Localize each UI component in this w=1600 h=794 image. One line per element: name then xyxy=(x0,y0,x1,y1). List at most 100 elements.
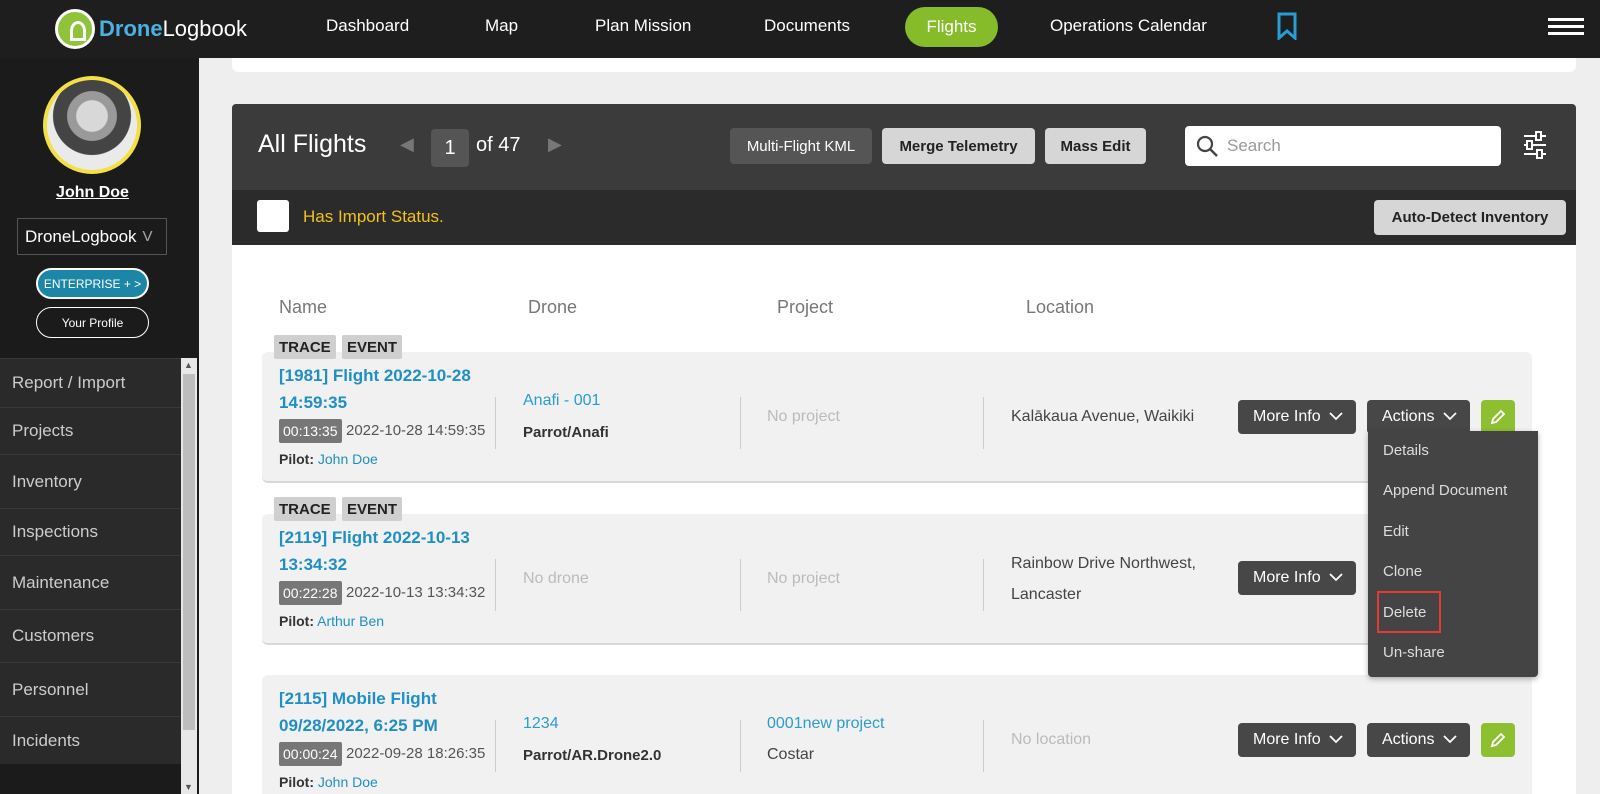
multi-flight-kml-button[interactable]: Multi-Flight KML xyxy=(730,128,872,164)
edit-button[interactable] xyxy=(1481,723,1515,757)
sidebar-item-incidents[interactable]: Incidents xyxy=(0,716,181,764)
search-input[interactable] xyxy=(1227,136,1487,156)
nav-documents[interactable]: Documents xyxy=(764,16,850,36)
location-value: Kalākaua Avenue, Waikiki xyxy=(1011,408,1195,425)
bookmark-icon[interactable] xyxy=(1277,12,1297,40)
drone-model: Parrot/Anafi xyxy=(523,424,609,441)
drone-link[interactable]: 1234 xyxy=(523,715,559,733)
chevron-down-icon: V xyxy=(142,228,153,245)
filter-settings-icon[interactable] xyxy=(1522,130,1548,160)
sidebar: John Doe DroneLogbook V ENTERPRISE + > Y… xyxy=(0,58,199,794)
column-header-name: Name xyxy=(279,297,328,317)
column-header-project: Project xyxy=(777,297,834,317)
page-number-input[interactable]: 1 xyxy=(431,129,469,167)
chevron-down-icon xyxy=(1443,412,1457,421)
sidebar-item-inventory[interactable]: Inventory xyxy=(0,454,181,508)
edit-button[interactable] xyxy=(1481,400,1515,434)
auto-detect-inventory-button[interactable]: Auto-Detect Inventory xyxy=(1374,200,1566,235)
more-info-button[interactable]: More Info xyxy=(1238,561,1356,595)
import-status-checkbox[interactable] xyxy=(257,200,289,232)
flight-duration: 00:00:24 xyxy=(279,742,342,766)
menu-item-details[interactable]: Details xyxy=(1383,442,1429,459)
pencil-icon xyxy=(1490,409,1506,425)
enterprise-button[interactable]: ENTERPRISE + > xyxy=(36,268,149,299)
project-value: No project xyxy=(767,570,840,587)
flight-name-link[interactable]: [2115] Mobile Flight 09/28/2022, 6:25 PM xyxy=(279,685,489,739)
scroll-up-icon[interactable]: ▲ xyxy=(184,360,193,370)
page-count: of 47 xyxy=(476,134,521,156)
next-page-icon[interactable]: ▶ xyxy=(548,134,562,155)
sidebar-scrollbar[interactable]: ▲ ▼ xyxy=(181,358,197,794)
chevron-down-icon xyxy=(1329,412,1343,421)
logo[interactable]: DroneLogbook xyxy=(55,6,247,52)
scroll-thumb[interactable] xyxy=(183,374,195,730)
your-profile-button[interactable]: Your Profile xyxy=(36,307,149,338)
project-customer: Costar xyxy=(767,746,815,763)
search-box xyxy=(1185,126,1501,166)
trace-tag: TRACE xyxy=(274,497,336,521)
pilot-link[interactable]: John Doe xyxy=(318,451,378,467)
event-tag: EVENT xyxy=(342,497,403,521)
actions-button[interactable]: Actions xyxy=(1367,723,1470,757)
user-name-link[interactable]: John Doe xyxy=(0,184,185,202)
org-select[interactable]: DroneLogbook V xyxy=(17,218,167,255)
chevron-down-icon xyxy=(1443,735,1457,744)
nav-plan-mission[interactable]: Plan Mission xyxy=(595,16,691,36)
project-link[interactable]: 0001new project xyxy=(767,715,884,733)
flight-date: 2022-10-13 13:34:32 xyxy=(346,584,486,601)
import-status-label: Has Import Status. xyxy=(303,207,444,226)
trace-tag: TRACE xyxy=(274,335,336,359)
menu-item-edit[interactable]: Edit xyxy=(1383,523,1409,540)
top-nav: DroneLogbook Dashboard Map Plan Mission … xyxy=(0,0,1600,58)
merge-telemetry-button[interactable]: Merge Telemetry xyxy=(882,128,1035,164)
sidebar-item-report-import[interactable]: Report / Import xyxy=(0,358,181,407)
chevron-down-icon xyxy=(1329,573,1343,582)
import-status-bar: Has Import Status. Auto-Detect Inventory xyxy=(232,190,1576,245)
search-icon xyxy=(1196,135,1218,157)
scroll-down-icon[interactable]: ▼ xyxy=(184,782,193,792)
nav-map[interactable]: Map xyxy=(485,16,518,36)
pilot-link[interactable]: John Doe xyxy=(318,774,378,790)
prev-page-icon[interactable]: ◀ xyxy=(400,134,414,155)
sidebar-item-personnel[interactable]: Personnel xyxy=(0,662,181,716)
nav-flights[interactable]: Flights xyxy=(905,7,998,47)
column-header-drone: Drone xyxy=(528,297,578,317)
logo-icon xyxy=(55,9,95,49)
drone-value: No drone xyxy=(523,570,589,587)
hamburger-menu-icon[interactable] xyxy=(1548,18,1584,36)
pilot-link[interactable]: Arthur Ben xyxy=(317,613,384,629)
actions-button[interactable]: Actions xyxy=(1367,400,1470,434)
location-value: Rainbow Drive Northwest, Lancaster xyxy=(1011,555,1196,603)
sidebar-item-inspections[interactable]: Inspections xyxy=(0,508,181,555)
top-strip xyxy=(232,58,1576,72)
chevron-down-icon xyxy=(1329,735,1343,744)
drone-link[interactable]: Anafi - 001 xyxy=(523,392,600,410)
drone-model: Parrot/AR.Drone2.0 xyxy=(523,747,662,764)
nav-operations-calendar[interactable]: Operations Calendar xyxy=(1050,16,1207,36)
project-value: No project xyxy=(767,408,840,425)
menu-item-append-document[interactable]: Append Document xyxy=(1383,482,1507,499)
sidebar-item-customers[interactable]: Customers xyxy=(0,609,181,662)
flight-duration: 00:22:28 xyxy=(279,581,342,605)
flights-header: All Flights ◀ 1 of 47 ▶ Multi-Flight KML… xyxy=(232,104,1576,190)
actions-dropdown-menu: Details Append Document Edit Clone Delet… xyxy=(1368,431,1538,677)
pencil-icon xyxy=(1490,732,1506,748)
menu-item-unshare[interactable]: Un-share xyxy=(1383,644,1445,661)
nav-dashboard[interactable]: Dashboard xyxy=(326,16,409,36)
sidebar-menu: Report / Import Projects Inventory Inspe… xyxy=(0,358,181,764)
event-tag: EVENT xyxy=(342,335,403,359)
menu-item-delete[interactable]: Delete xyxy=(1383,604,1426,621)
menu-item-clone[interactable]: Clone xyxy=(1383,563,1422,580)
sidebar-item-maintenance[interactable]: Maintenance xyxy=(0,555,181,609)
page-title: All Flights xyxy=(258,130,367,158)
flight-date: 2022-10-28 14:59:35 xyxy=(346,422,486,439)
flight-date: 2022-09-28 18:26:35 xyxy=(346,745,486,762)
more-info-button[interactable]: More Info xyxy=(1238,400,1356,434)
flight-name-link[interactable]: [2119] Flight 2022-10-13 13:34:32 xyxy=(279,524,489,578)
column-header-location: Location xyxy=(1026,297,1095,317)
avatar[interactable] xyxy=(43,76,141,174)
mass-edit-button[interactable]: Mass Edit xyxy=(1045,128,1146,164)
sidebar-item-projects[interactable]: Projects xyxy=(0,407,181,454)
more-info-button[interactable]: More Info xyxy=(1238,723,1356,757)
flight-name-link[interactable]: [1981] Flight 2022-10-28 14:59:35 xyxy=(279,362,489,416)
